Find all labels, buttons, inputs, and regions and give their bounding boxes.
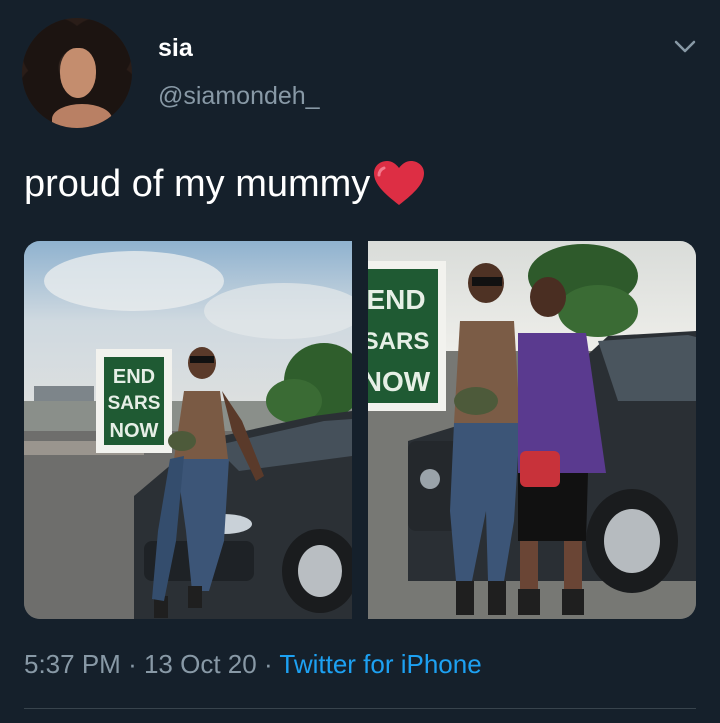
avatar-face <box>60 48 96 98</box>
tweet-time[interactable]: 5:37 PM <box>24 649 121 679</box>
photo-2-sign-line-3: NOW <box>368 366 431 397</box>
avatar[interactable] <box>22 18 132 128</box>
user-handle[interactable]: @siamondeh_ <box>158 82 320 111</box>
display-name[interactable]: sia <box>158 34 193 63</box>
tweet-photo-2[interactable]: END SARS NOW <box>368 241 696 619</box>
tweet-text: proud of my mummy <box>24 162 371 205</box>
photo-2-sign-line-1: END <box>368 284 426 315</box>
photo-1-sign-line-2: SARS <box>108 393 161 414</box>
tweet-source-link[interactable]: Twitter for iPhone <box>279 649 481 679</box>
chevron-down-icon[interactable] <box>672 36 698 56</box>
photo-1-sign-line-1: END <box>113 366 155 388</box>
photo-2-image: END SARS NOW <box>368 241 696 619</box>
tweet-date[interactable]: 13 Oct 20 <box>144 649 257 679</box>
separator-dot: · <box>263 649 273 679</box>
photo-1-sign-line-3: NOW <box>110 420 159 442</box>
photo-1-image: END SARS NOW <box>24 241 352 619</box>
tweet-text-row: proud of my mummy <box>24 160 426 208</box>
tweet-photo-1[interactable]: END SARS NOW <box>24 241 352 619</box>
photo-2-sign-line-2: SARS <box>368 328 429 355</box>
separator-dot: · <box>128 649 137 679</box>
avatar-shoulder <box>52 104 112 128</box>
red-heart-icon <box>374 161 425 205</box>
divider <box>24 708 696 709</box>
tweet-timestamp: 5:37 PM · 13 Oct 20 · Twitter for iPhone <box>24 649 482 680</box>
